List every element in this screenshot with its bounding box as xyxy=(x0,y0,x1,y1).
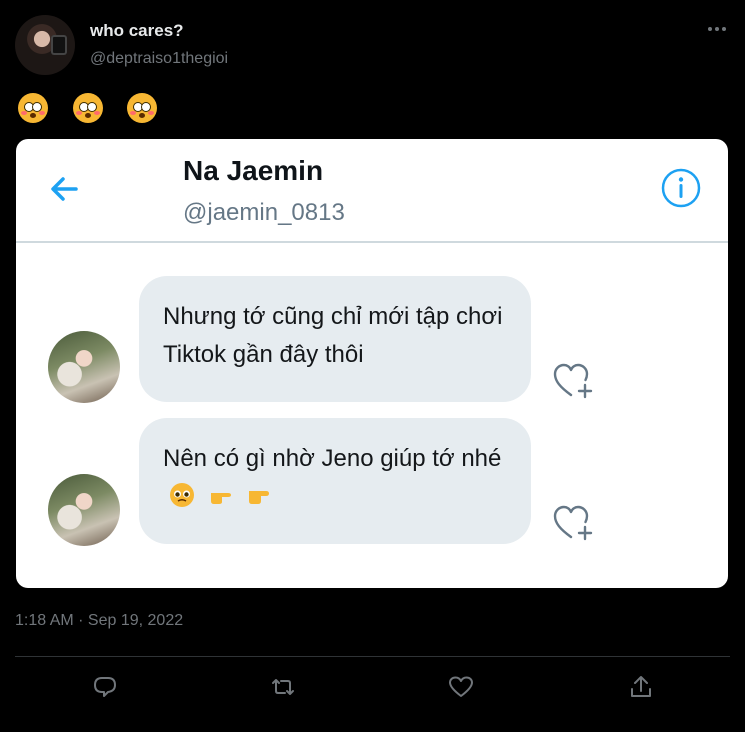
pointing-right-emoji xyxy=(249,491,270,504)
header-divider xyxy=(16,241,728,243)
author-avatar[interactable] xyxy=(15,15,75,75)
chat-handle: @jaemin_0813 xyxy=(183,199,345,226)
more-horizontal-icon[interactable] xyxy=(706,18,728,40)
pointing-right-emoji xyxy=(210,493,231,504)
message-bubble: Nên có gì nhờ Jeno giúp tớ nhé xyxy=(139,418,531,544)
tweet-timestamp[interactable]: 1:18 AM · Sep 19, 2022 xyxy=(15,612,183,630)
reply-button[interactable] xyxy=(91,673,119,701)
sender-avatar xyxy=(48,331,120,403)
retweet-button[interactable] xyxy=(269,673,297,701)
heart-icon xyxy=(449,676,473,697)
message-text: Nhưng tớ cũng chỉ mới tập chơi Tiktok gầ… xyxy=(163,303,503,368)
share-icon xyxy=(631,676,651,697)
heart-plus-icon xyxy=(553,363,593,399)
author-display-name[interactable]: who cares? xyxy=(90,21,184,41)
message-text-content: Nên có gì nhờ Jeno giúp tớ nhé xyxy=(163,445,502,472)
tweet-text xyxy=(18,93,167,123)
chat-name: Na Jaemin xyxy=(183,155,324,186)
comment-icon xyxy=(94,677,116,697)
like-button[interactable] xyxy=(447,673,475,701)
share-button[interactable] xyxy=(627,673,655,701)
heart-plus-icon xyxy=(553,505,593,541)
flushed-face-emoji xyxy=(18,93,48,123)
attached-image-dm-screenshot[interactable]: Na Jaemin @jaemin_0813 Nhưng tớ cũng chỉ… xyxy=(16,139,728,588)
action-bar-divider xyxy=(15,656,730,657)
message-text: Nên có gì nhờ Jeno giúp tớ nhé xyxy=(163,440,511,516)
author-handle[interactable]: @deptraiso1thegioi xyxy=(90,50,228,68)
info-icon xyxy=(661,168,701,208)
pleading-face-emoji xyxy=(170,483,194,507)
message-bubble: Nhưng tớ cũng chỉ mới tập chơi Tiktok gầ… xyxy=(139,276,531,402)
sender-avatar xyxy=(48,474,120,546)
flushed-face-emoji xyxy=(72,93,103,123)
retweet-icon xyxy=(272,679,294,695)
flushed-face-emoji xyxy=(127,93,158,123)
back-arrow-icon xyxy=(51,177,78,201)
